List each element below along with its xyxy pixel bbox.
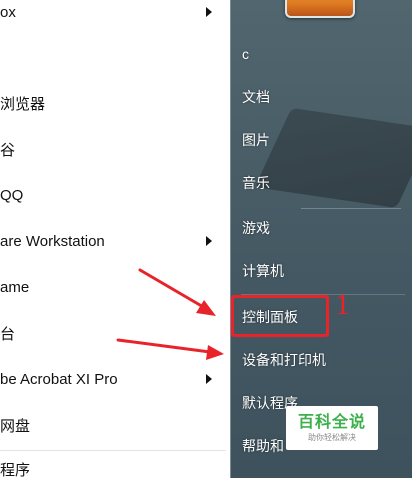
program-item-label: 谷 bbox=[0, 141, 16, 159]
program-item[interactable]: 网盘 bbox=[0, 405, 226, 445]
link-label: c bbox=[242, 46, 249, 62]
watermark-badge: 百科全说 助你轻松解决 bbox=[286, 406, 378, 450]
user-avatar[interactable] bbox=[285, 0, 355, 18]
link-user-folder[interactable]: c bbox=[231, 34, 412, 74]
watermark-subtitle: 助你轻松解决 bbox=[308, 432, 356, 442]
program-item[interactable] bbox=[0, 36, 226, 76]
link-computer[interactable]: 计算机 bbox=[231, 251, 412, 291]
submenu-arrow-icon bbox=[206, 374, 212, 384]
program-item-label: 台 bbox=[0, 325, 16, 343]
highlight-box bbox=[231, 295, 329, 337]
link-label: 图片 bbox=[242, 132, 270, 148]
submenu-arrow-icon bbox=[206, 7, 212, 17]
program-item[interactable]: ame bbox=[0, 267, 226, 307]
link-documents[interactable]: 文档 bbox=[231, 77, 412, 117]
link-label: 计算机 bbox=[242, 263, 284, 279]
program-item-label: QQ bbox=[0, 186, 24, 204]
link-label: 游戏 bbox=[242, 220, 270, 236]
program-item[interactable]: 谷 bbox=[0, 129, 226, 169]
link-music[interactable]: 音乐 bbox=[231, 163, 412, 203]
program-item[interactable]: 台 bbox=[0, 313, 226, 353]
program-item[interactable]: ox bbox=[0, 0, 226, 32]
program-list: ox 浏览器 谷 QQ are Workstation ame 台 be Acr… bbox=[0, 0, 230, 478]
link-label: 音乐 bbox=[242, 175, 270, 191]
program-item[interactable]: be Acrobat XI Pro bbox=[0, 359, 226, 399]
program-item-label: 浏览器 bbox=[0, 95, 46, 113]
link-pictures[interactable]: 图片 bbox=[231, 120, 412, 160]
program-item-label: 网盘 bbox=[0, 417, 31, 435]
step-number: 1 bbox=[335, 288, 350, 321]
all-programs-item[interactable]: 程序 bbox=[0, 449, 226, 478]
link-devices-and-printers[interactable]: 设备和打印机 bbox=[231, 340, 412, 380]
link-games[interactable]: 游戏 bbox=[231, 208, 412, 248]
program-item[interactable]: 浏览器 bbox=[0, 83, 226, 123]
watermark-title: 百科全说 bbox=[297, 413, 366, 431]
program-item[interactable]: are Workstation bbox=[0, 221, 226, 261]
link-label: 设备和打印机 bbox=[242, 352, 326, 368]
program-item-label: 程序 bbox=[0, 461, 31, 478]
program-item-label: ame bbox=[0, 278, 30, 296]
link-label: 文档 bbox=[242, 89, 270, 105]
link-label: 帮助和 bbox=[242, 438, 284, 454]
program-item-label: be Acrobat XI Pro bbox=[0, 370, 118, 388]
submenu-arrow-icon bbox=[206, 236, 212, 246]
program-item-label: are Workstation bbox=[0, 232, 105, 250]
program-item-label: ox bbox=[0, 3, 16, 21]
program-item[interactable]: QQ bbox=[0, 175, 226, 215]
